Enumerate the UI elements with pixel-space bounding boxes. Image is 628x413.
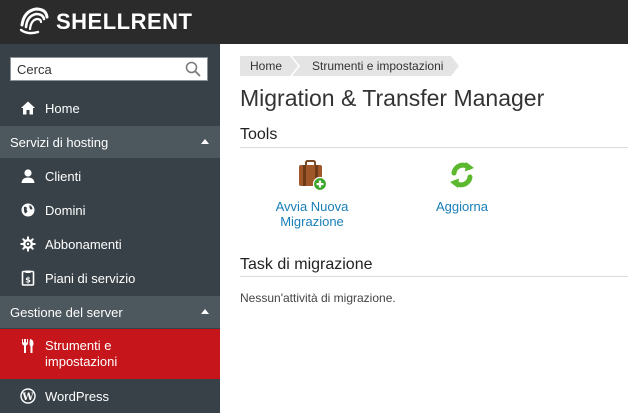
sidebar: Home Servizi di hosting Clienti Domini: [0, 44, 220, 413]
sidebar-item-label: Piani di servizio: [45, 270, 136, 286]
suitcase-add-icon: [299, 160, 328, 192]
tools-icon: [20, 338, 36, 354]
breadcrumb-home[interactable]: Home: [240, 56, 299, 76]
sidebar-item-label: Abbonamenti: [45, 236, 122, 252]
svg-text:$: $: [25, 276, 31, 285]
collapse-caret-icon[interactable]: [201, 139, 209, 144]
sidebar-item-label: WordPress: [45, 388, 110, 404]
sidebar-item-abbonamenti[interactable]: Abbonamenti: [0, 227, 220, 261]
svg-text:W: W: [21, 392, 34, 403]
gear-icon: [20, 236, 36, 252]
tools-divider: [240, 147, 628, 148]
sidebar-item-strumenti-impostazioni[interactable]: Strumenti e impostazioni: [0, 329, 220, 379]
refresh-button[interactable]: Aggiorna: [424, 158, 500, 214]
sidebar-item-label-line2: impostazioni: [45, 354, 118, 369]
home-icon: [20, 100, 36, 116]
main-content: Home Strumenti e impostazioni Migration …: [220, 44, 628, 413]
sidebar-item-wordpress[interactable]: W WordPress: [0, 379, 220, 413]
section-title: Gestione del server: [10, 304, 123, 320]
plan-icon: $: [20, 270, 36, 286]
tasks-empty-message: Nessun'attività di migrazione.: [240, 291, 396, 305]
start-migration-button[interactable]: Avvia Nuova Migrazione: [266, 158, 358, 229]
sidebar-item-label: Domini: [45, 202, 86, 218]
globe-icon: [20, 202, 36, 218]
start-migration-label-line1: Avvia Nuova: [275, 199, 349, 214]
sidebar-search: [10, 57, 208, 81]
shell-logo-icon: [19, 7, 49, 35]
collapse-caret-icon[interactable]: [201, 309, 209, 314]
sidebar-item-domini[interactable]: Domini: [0, 193, 220, 227]
tasks-divider: [240, 276, 628, 277]
top-header-bar: SHELLRENT: [0, 0, 628, 44]
breadcrumb-tools-settings[interactable]: Strumenti e impostazioni: [291, 56, 460, 76]
sidebar-item-label-line1: Strumenti e: [45, 338, 112, 353]
start-migration-label-line2: Migrazione: [280, 214, 344, 229]
tasks-heading: Task di migrazione: [240, 256, 373, 273]
page-title: Migration & Transfer Manager: [240, 85, 545, 111]
breadcrumb: Home Strumenti e impostazioni: [240, 56, 461, 76]
sidebar-item-label: Clienti: [45, 168, 82, 184]
brand-logo[interactable]: SHELLRENT: [18, 5, 193, 37]
section-server-management[interactable]: Gestione del server: [0, 296, 220, 328]
tools-heading: Tools: [240, 126, 278, 143]
sidebar-item-piani-di-servizio[interactable]: $ Piani di servizio: [0, 261, 220, 295]
section-title: Servizi di hosting: [10, 134, 109, 150]
sidebar-item-clienti[interactable]: Clienti: [0, 159, 220, 193]
user-icon: [20, 168, 36, 184]
section-hosting-services[interactable]: Servizi di hosting: [0, 126, 220, 158]
search-input[interactable]: [11, 58, 171, 80]
sidebar-item-label: Home: [45, 100, 80, 116]
sidebar-item-home[interactable]: Home: [0, 91, 220, 125]
refresh-label: Aggiorna: [435, 199, 489, 214]
refresh-icon: [450, 162, 474, 188]
sidebar-item-label: Strumenti e impostazioni: [45, 338, 117, 370]
search-icon[interactable]: [185, 61, 201, 82]
wordpress-icon: W: [20, 388, 36, 404]
brand-name: SHELLRENT: [56, 8, 193, 34]
